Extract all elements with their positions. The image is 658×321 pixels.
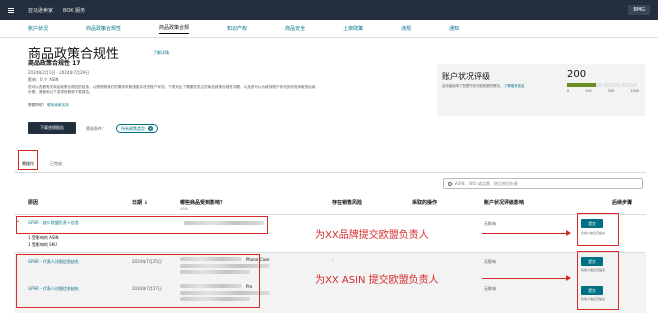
health-rating-description: 此评级反映了您遵守亚马逊政策的情况。 了解更多信息 — [442, 84, 562, 89]
tick-label: 100 — [585, 89, 592, 93]
search-input[interactable]: ASIN、SKU 或品牌，然后按回车键 — [443, 178, 643, 189]
filter-label: 筛选条件： — [86, 126, 106, 131]
arrow-icon — [482, 228, 571, 238]
filter-chip-label: 所有政策类型 — [121, 125, 145, 131]
row-affected-asin: 1 受影响的 ASIN — [28, 235, 59, 240]
tab-completed[interactable]: 已完成 — [42, 161, 70, 172]
annotation-box-tab — [18, 150, 38, 170]
brand-secondary[interactable]: BOK 服务 — [63, 7, 85, 14]
annotation-box-asin-rows — [16, 254, 260, 308]
help-line: 需要帮助？ 联系卖家支持 — [28, 103, 69, 108]
tick-label: 200 — [607, 89, 615, 93]
page-subtitle: 商品政策合规性 17 — [28, 60, 81, 67]
close-icon[interactable]: × — [148, 126, 153, 131]
top-bar: 亚马逊卖家 BOK 服务 BMG — [0, 0, 658, 20]
subnav-item[interactable]: 违规 — [401, 25, 411, 32]
table-header: 原因 日期 ↓ 哪些商品受到影响？ ASIN 存在销售风险 采取的操作 账户状况… — [14, 195, 646, 215]
annotation-box-brand-submit — [577, 213, 619, 246]
annotation-box-asin-submit — [577, 251, 619, 310]
help-prefix: 需要帮助？ — [28, 103, 46, 107]
column-reason[interactable]: 原因 — [28, 199, 38, 206]
tick-label: 1000 — [630, 89, 639, 93]
page-description: 您可以查看有关商品政策合规性的信息，以便按照我们的要求采取措施并改进账户状况。下… — [28, 85, 316, 94]
health-desc-text: 此评级反映了您遵守亚马逊政策的情况。 — [442, 84, 504, 88]
contact-support-link[interactable]: 联系卖家支持 — [47, 103, 69, 107]
column-health-impact: 账户状况评级影响 — [484, 200, 525, 206]
subnav-item[interactable]: 商品政策合规性 — [86, 25, 121, 32]
health-rating-title: 账户状况评级 — [442, 72, 490, 81]
health-rating-fill — [567, 83, 596, 87]
learn-more-link[interactable]: 了解详情 — [153, 50, 169, 56]
download-report-button[interactable]: 下载违规报告 — [28, 122, 76, 134]
column-impact-sub: ASIN — [180, 207, 189, 211]
column-sales-risk: 存在销售风险 — [332, 200, 363, 206]
row-sales-risk: - — [332, 257, 334, 262]
row-affected-sku: 1 受影响的 SKU — [28, 242, 58, 247]
health-learn-more-link[interactable]: 了解更多信息 — [504, 84, 524, 88]
subnav-item[interactable]: 账户状况 — [28, 25, 48, 32]
health-rating-value: 200 — [567, 69, 587, 80]
brand-primary[interactable]: 亚马逊卖家 — [28, 7, 53, 14]
divider — [14, 172, 646, 173]
row-health-impact: 无影响 — [484, 221, 496, 226]
account-button[interactable]: BMG — [628, 5, 650, 15]
sub-navigation: 账户状况 商品政策合规性 商品政策合规 知识产权 商品安全 上架政策 违规 通知 — [0, 20, 658, 38]
subnav-item[interactable]: 知识产权 — [227, 25, 247, 32]
column-date[interactable]: 日期 ↓ — [132, 199, 148, 206]
search-icon — [448, 181, 452, 186]
date-range: 2024年2月1日 - 2024年7月29日 — [28, 70, 90, 75]
subnav-item[interactable]: 上架政策 — [343, 25, 363, 32]
column-action: 采取的操作 — [412, 200, 438, 206]
arrow-icon — [482, 273, 571, 283]
search-placeholder: ASIN、SKU 或品牌，然后按回车键 — [455, 180, 518, 186]
column-impact: 哪些商品受到影响？ — [180, 200, 226, 206]
hamburger-menu-icon[interactable] — [8, 7, 14, 13]
column-next-steps: 后续步骤 — [612, 200, 633, 206]
annotation-box-brand-row — [16, 216, 268, 234]
filter-chip[interactable]: 所有政策类型 × — [116, 124, 158, 133]
health-rating-ticks: 0 100 200 1000 — [567, 89, 639, 93]
annotation-asin-note: 为XX ASIN 提交欧盟负责人 — [315, 275, 439, 286]
annotation-brand-note: 为XX品牌提交欧盟负责人 — [315, 230, 429, 241]
subnav-item-active[interactable]: 商品政策合规 — [159, 24, 190, 34]
tick-label: 0 — [567, 89, 570, 93]
subnav-item[interactable]: 通知 — [449, 25, 459, 32]
subnav-item[interactable]: 商品安全 — [285, 25, 305, 32]
row-health-impact: 无影响 — [484, 259, 496, 264]
affected-count: 影响：0 个 ASIN — [28, 77, 59, 82]
row-health-impact: 无影响 — [484, 286, 496, 291]
